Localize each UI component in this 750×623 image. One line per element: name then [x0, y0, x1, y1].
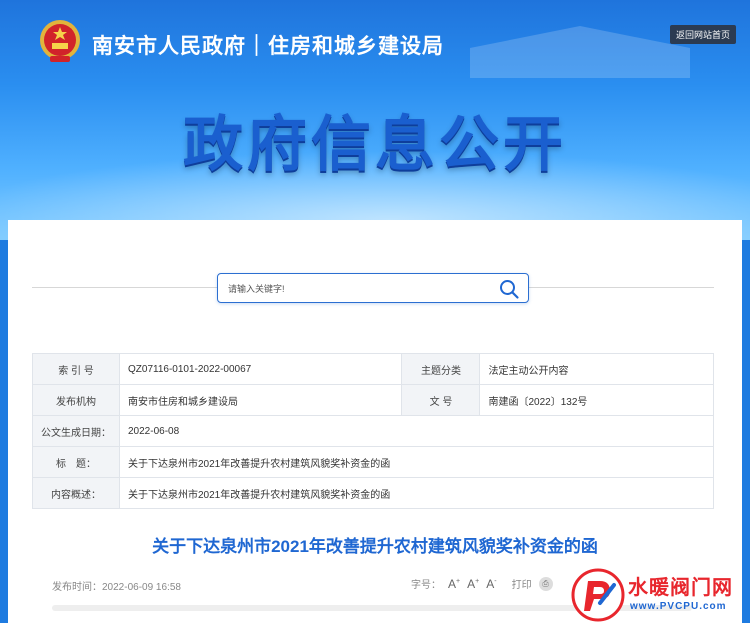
date-value: 2022-06-08 [119, 415, 714, 447]
font-small-button[interactable]: A- [486, 577, 496, 591]
table-row: 标 题： 关于下达泉州市2021年改善提升农村建筑风貌奖补资金的函 [32, 446, 714, 478]
docno-value: 南建函〔2022〕132号 [479, 384, 714, 416]
publisher-label: 发布机构 [32, 384, 120, 416]
search-box [217, 273, 529, 303]
summary-label: 内容概述： [32, 477, 120, 509]
docno-label: 文 号 [401, 384, 481, 416]
header-banner: 南安市人民政府｜住房和城乡建设局 返回网站首页 政府信息公开 [0, 0, 750, 240]
home-link-button[interactable]: 返回网站首页 [669, 25, 736, 44]
date-label: 公文生成日期： [32, 415, 120, 447]
watermark-url: www.PVCPU.com [630, 601, 727, 612]
font-medium-label: A [467, 576, 476, 591]
search-input[interactable] [228, 281, 488, 297]
category-label: 主题分类 [401, 353, 481, 385]
watermark-brand: 水暖阀门网 [628, 577, 733, 599]
category-value: 法定主动公开内容 [479, 353, 714, 385]
table-row: 发布机构 南安市住房和城乡建设局 文 号 南建函〔2022〕132号 [32, 384, 714, 416]
publish-time: 发布时间：2022-06-09 16:58 [52, 582, 181, 593]
publisher-value: 南安市住房和城乡建设局 [118, 384, 403, 416]
pvc-logo-icon [571, 568, 625, 622]
search-icon[interactable] [498, 278, 520, 300]
watermark-logo: 水暖阀门网 www.PVCPU.com [570, 567, 750, 623]
document-meta-table: 索 引 号 QZ07116-0101-2022-00067 主题分类 法定主动公… [32, 353, 714, 509]
font-large-label: A [448, 576, 457, 591]
table-row: 公文生成日期： 2022-06-08 [32, 415, 714, 447]
article-tools: 字号： A+ A+ A- 打印 ⎙ [411, 576, 553, 591]
divider-left [32, 287, 217, 288]
title-label: 标 题： [32, 446, 120, 478]
print-icon[interactable]: ⎙ [538, 576, 553, 591]
summary-value: 关于下达泉州市2021年改善提升农村建筑风貌奖补资金的函 [119, 477, 714, 509]
page-banner-title: 政府信息公开 [183, 110, 567, 180]
national-emblem-icon [40, 20, 80, 62]
content-panel: 索 引 号 QZ07116-0101-2022-00067 主题分类 法定主动公… [8, 220, 742, 623]
index-value: QZ07116-0101-2022-00067 [118, 353, 403, 385]
site-title: 南安市人民政府｜住房和城乡建设局 [92, 35, 444, 58]
table-row: 内容概述： 关于下达泉州市2021年改善提升农村建筑风貌奖补资金的函 [32, 477, 714, 509]
table-row: 索 引 号 QZ07116-0101-2022-00067 主题分类 法定主动公… [32, 353, 714, 385]
font-size-label: 字号： [411, 580, 441, 591]
font-large-button[interactable]: A+ [448, 577, 460, 591]
divider-right [529, 287, 714, 288]
font-medium-button[interactable]: A+ [467, 577, 479, 591]
index-label: 索 引 号 [32, 353, 120, 385]
title-value: 关于下达泉州市2021年改善提升农村建筑风貌奖补资金的函 [119, 446, 714, 478]
print-button[interactable]: 打印 [512, 576, 532, 591]
article-title: 关于下达泉州市2021年改善提升农村建筑风貌奖补资金的函 [152, 537, 598, 556]
